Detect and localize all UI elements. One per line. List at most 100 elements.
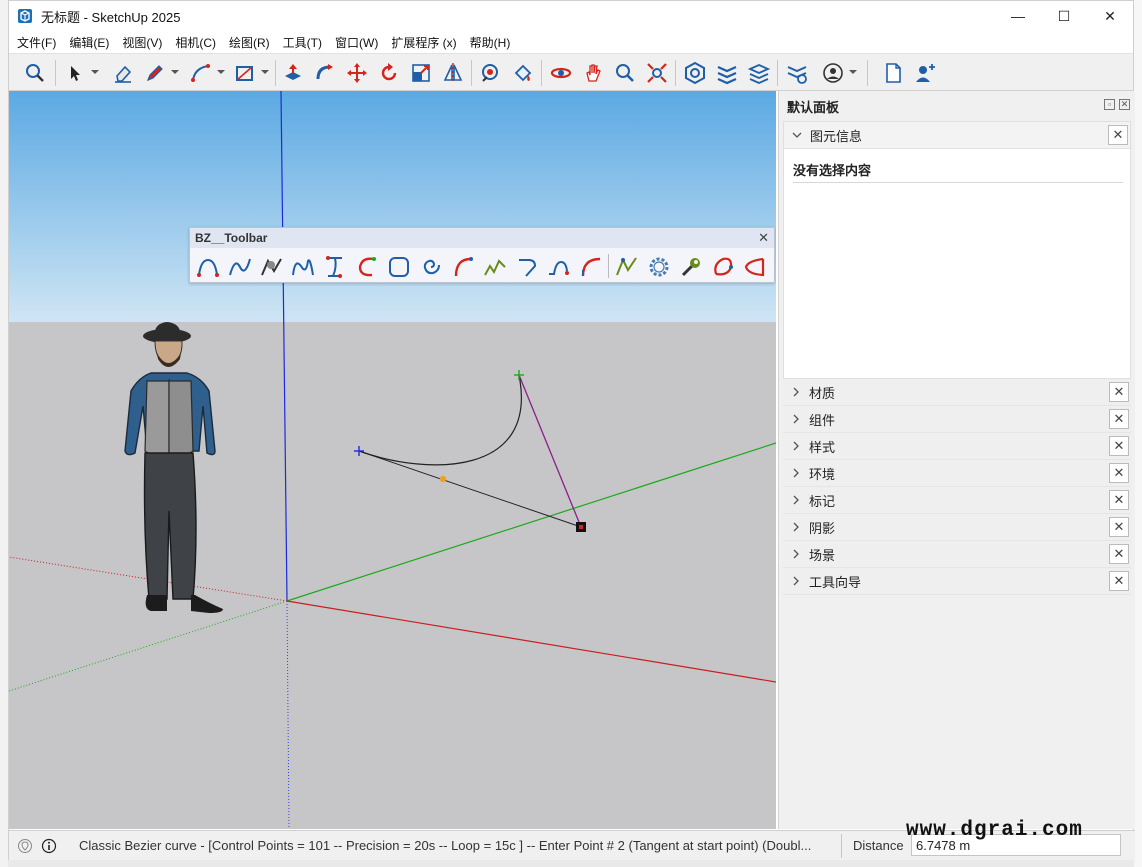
bz-toolbar-close-button[interactable]: ✕	[758, 230, 769, 246]
chevron-right-icon[interactable]	[791, 495, 801, 505]
menu-edit[interactable]: 编辑(E)	[69, 34, 109, 51]
tray-section-environment[interactable]: 环境 ✕	[783, 460, 1131, 487]
eraser-icon[interactable]	[111, 61, 135, 85]
chevron-right-icon[interactable]	[791, 414, 801, 424]
catmull-spline-icon[interactable]	[322, 254, 348, 280]
arc-icon[interactable]	[189, 61, 213, 85]
geo-location-icon[interactable]	[17, 838, 33, 854]
paint-bucket-icon[interactable]	[511, 61, 535, 85]
chevron-right-icon[interactable]	[791, 387, 801, 397]
push-pull-icon[interactable]	[281, 61, 305, 85]
search-icon[interactable]	[23, 61, 47, 85]
menu-view[interactable]: 视图(V)	[122, 34, 162, 51]
3d-warehouse-icon[interactable]	[683, 61, 707, 85]
bezier-spline-icon[interactable]	[227, 254, 253, 280]
tray-section-instructor[interactable]: 工具向导 ✕	[783, 568, 1131, 595]
follow-me-icon[interactable]	[313, 61, 337, 85]
chevron-down-icon[interactable]	[261, 70, 269, 74]
extension-warehouse-icon[interactable]	[715, 61, 739, 85]
menu-tools[interactable]: 工具(T)	[283, 34, 322, 51]
chevron-down-icon[interactable]	[849, 70, 857, 74]
chevron-down-icon[interactable]	[217, 70, 225, 74]
bezier-classic-icon[interactable]	[195, 254, 221, 280]
menu-file[interactable]: 文件(F)	[17, 34, 56, 51]
close-curve-icon[interactable]	[742, 254, 768, 280]
tray-section-tags[interactable]: 标记 ✕	[783, 487, 1131, 514]
add-user-icon[interactable]	[913, 61, 937, 85]
tray-section-close-button[interactable]: ✕	[1109, 517, 1129, 537]
tray-section-close-button[interactable]: ✕	[1109, 409, 1129, 429]
gear-icon[interactable]	[646, 254, 672, 280]
minimize-button[interactable]: —	[995, 1, 1041, 31]
tray-section-materials[interactable]: 材质 ✕	[783, 379, 1131, 406]
extension-manager-icon[interactable]	[785, 61, 809, 85]
tape-measure-icon[interactable]	[479, 61, 503, 85]
entity-info-close-button[interactable]: ✕	[1108, 125, 1128, 145]
entity-info-header[interactable]: 图元信息 ✕	[784, 122, 1130, 149]
wrench-icon[interactable]	[678, 254, 704, 280]
new-file-icon[interactable]	[881, 61, 905, 85]
maximize-button[interactable]: ☐	[1041, 1, 1087, 31]
zoom-icon[interactable]	[613, 61, 637, 85]
fractal-curve-icon[interactable]	[482, 254, 508, 280]
menu-camera[interactable]: 相机(C)	[175, 34, 216, 51]
tray-close-button[interactable]: ✕	[1119, 99, 1130, 110]
tray-section-close-button[interactable]: ✕	[1109, 463, 1129, 483]
chevron-down-icon[interactable]	[91, 70, 99, 74]
toolbar-separator	[55, 60, 56, 86]
tray-section-shadows[interactable]: 阴影 ✕	[783, 514, 1131, 541]
watermark: www.dgrai.com	[906, 819, 1083, 842]
flip-icon[interactable]	[441, 61, 465, 85]
tray-section-scenes[interactable]: 场景 ✕	[783, 541, 1131, 568]
tray-section-close-button[interactable]: ✕	[1109, 571, 1129, 591]
scene-canvas[interactable]	[9, 91, 776, 829]
move-icon[interactable]	[345, 61, 369, 85]
chevron-right-icon[interactable]	[791, 549, 801, 559]
chevron-right-icon[interactable]	[791, 576, 801, 586]
bezier-polyline-icon[interactable]	[259, 254, 285, 280]
tray-section-close-button[interactable]: ✕	[1109, 544, 1129, 564]
close-button[interactable]: ✕	[1087, 1, 1133, 31]
menu-help[interactable]: 帮助(H)	[470, 34, 511, 51]
chevron-down-icon[interactable]	[171, 70, 179, 74]
pin-icon[interactable]: ▫	[1104, 99, 1115, 110]
spiral-icon[interactable]	[418, 254, 444, 280]
arc-curve-icon[interactable]	[450, 254, 476, 280]
ellipse-curve-icon[interactable]	[710, 254, 736, 280]
zoom-extents-icon[interactable]	[645, 61, 669, 85]
menu-window[interactable]: 窗口(W)	[335, 34, 378, 51]
segment-curve-icon[interactable]	[514, 254, 540, 280]
tray-section-label: 场景	[809, 547, 836, 563]
scale-icon[interactable]	[409, 61, 433, 85]
edit-curve-icon[interactable]	[614, 254, 640, 280]
rectangle-icon[interactable]	[233, 61, 257, 85]
info-icon[interactable]	[41, 838, 57, 854]
menu-extensions[interactable]: 扩展程序 (x)	[391, 34, 456, 51]
rotate-icon[interactable]	[377, 61, 401, 85]
ground-plane	[9, 322, 776, 829]
chevron-right-icon[interactable]	[791, 441, 801, 451]
orbit-icon[interactable]	[549, 61, 573, 85]
fillet-curve-icon[interactable]	[578, 254, 604, 280]
tray-section-components[interactable]: 组件 ✕	[783, 406, 1131, 433]
select-arrow-icon[interactable]	[63, 61, 87, 85]
chevron-right-icon[interactable]	[791, 522, 801, 532]
chevron-down-icon[interactable]	[792, 130, 802, 140]
bz-toolbar-titlebar[interactable]: BZ__Toolbar ✕	[190, 228, 774, 248]
tray-section-close-button[interactable]: ✕	[1109, 382, 1129, 402]
rounded-square-icon[interactable]	[386, 254, 412, 280]
b-spline-icon[interactable]	[354, 254, 380, 280]
chevron-right-icon[interactable]	[791, 468, 801, 478]
polyline-segmentor-icon[interactable]	[546, 254, 572, 280]
menu-draw[interactable]: 绘图(R)	[229, 34, 270, 51]
modeling-viewport[interactable]: BZ__Toolbar ✕	[9, 91, 776, 829]
cubic-bezier-icon[interactable]	[290, 254, 316, 280]
pencil-icon[interactable]	[143, 61, 167, 85]
cursor-point-marker[interactable]	[576, 522, 586, 532]
tray-section-close-button[interactable]: ✕	[1109, 490, 1129, 510]
layers-manager-icon[interactable]	[747, 61, 771, 85]
tray-section-close-button[interactable]: ✕	[1109, 436, 1129, 456]
tray-section-styles[interactable]: 样式 ✕	[783, 433, 1131, 460]
pan-hand-icon[interactable]	[581, 61, 605, 85]
account-icon[interactable]	[821, 61, 845, 85]
